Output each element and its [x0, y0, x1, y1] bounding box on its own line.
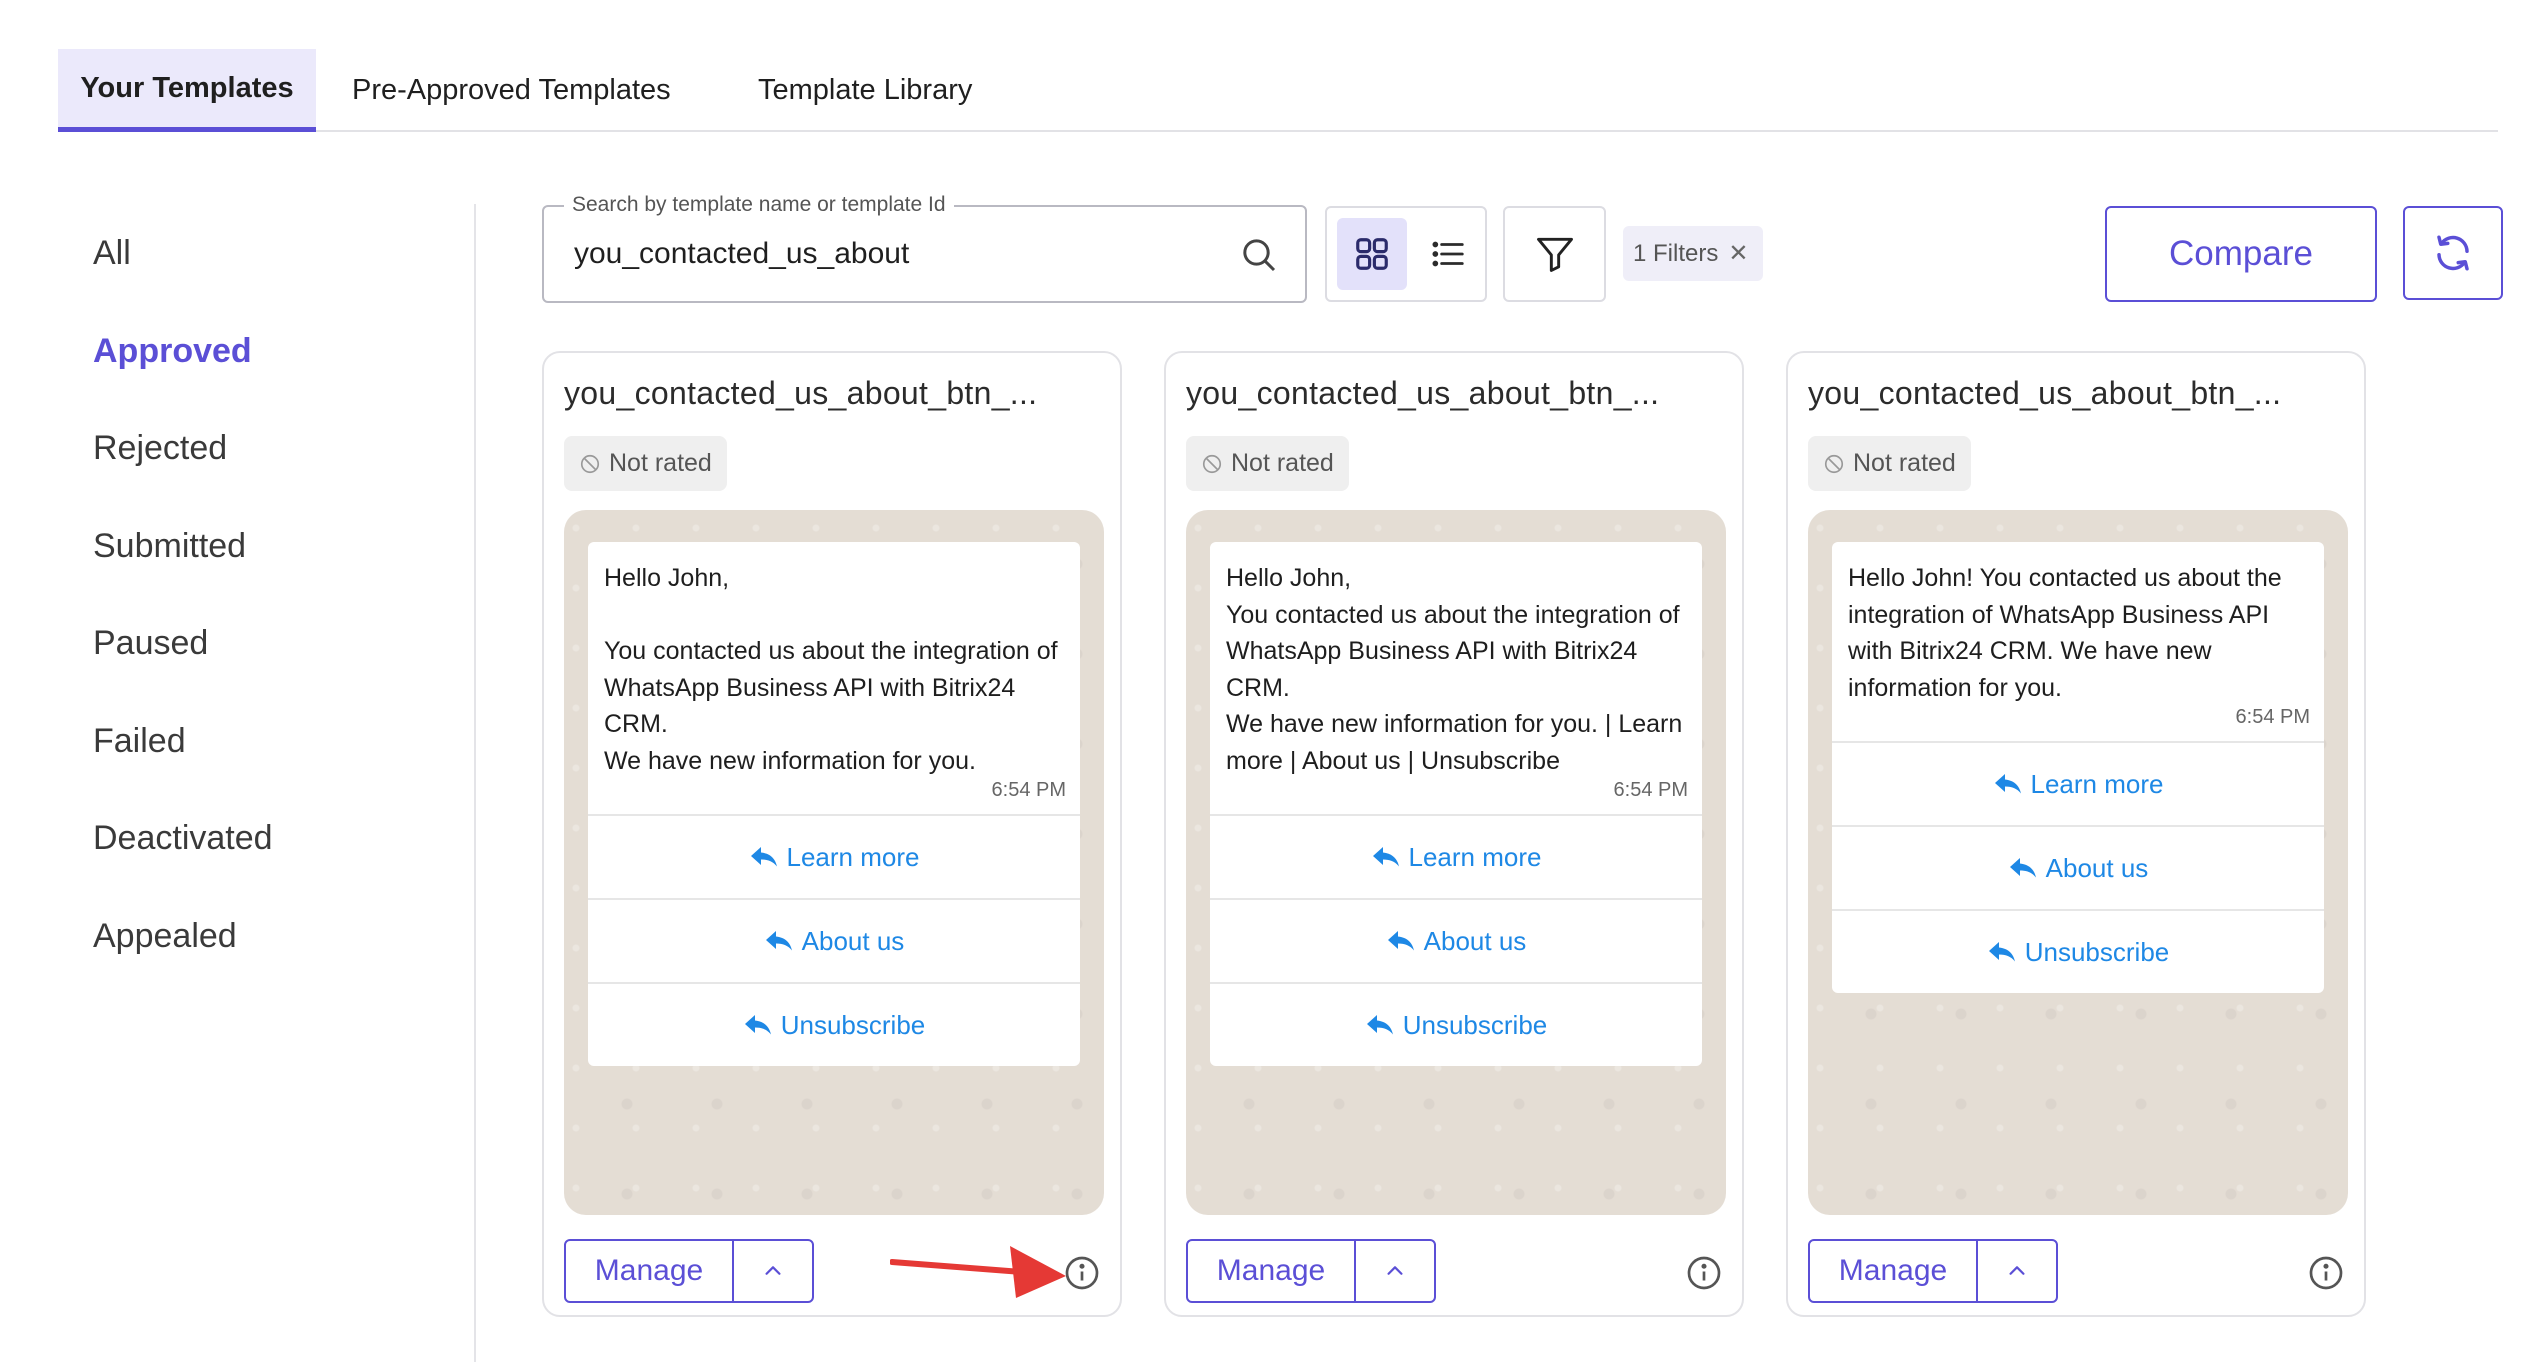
quick-reply-unsubscribe[interactable]: Unsubscribe	[1832, 909, 2324, 993]
rating-label: Not rated	[609, 449, 712, 477]
quick-reply-learn-more[interactable]: Learn more	[1210, 814, 1702, 898]
reply-icon	[1387, 931, 1414, 951]
filter-button[interactable]	[1503, 206, 1606, 302]
message-body: Hello John, You contacted us about the i…	[604, 564, 1058, 775]
message-bubble: Hello John, You contacted us about the i…	[1210, 542, 1702, 1066]
quick-reply-about-us[interactable]: About us	[588, 898, 1080, 982]
manage-button[interactable]: Manage	[1188, 1241, 1356, 1301]
rating-badge: Not rated	[1186, 436, 1349, 491]
refresh-button[interactable]	[2403, 206, 2503, 300]
quick-reply-unsubscribe[interactable]: Unsubscribe	[1210, 982, 1702, 1066]
reply-icon	[1372, 847, 1399, 867]
template-name: you_contacted_us_about_btn_...	[1186, 375, 1660, 411]
info-icon[interactable]	[2308, 1255, 2344, 1291]
sidebar-item-all[interactable]: All	[93, 234, 131, 273]
quick-reply-label: Learn more	[786, 841, 920, 872]
sidebar-item-deactivated[interactable]: Deactivated	[93, 819, 273, 858]
expand-actions-button[interactable]	[1978, 1241, 2056, 1301]
rating-badge: Not rated	[564, 436, 727, 491]
manage-button[interactable]: Manage	[1810, 1241, 1978, 1301]
rating-label: Not rated	[1853, 449, 1956, 477]
info-icon[interactable]	[1686, 1255, 1722, 1291]
message-time: 6:54 PM	[1613, 779, 1688, 801]
message-preview: Hello John, You contacted us about the i…	[564, 510, 1104, 1215]
chevron-up-icon	[765, 1266, 781, 1275]
sidebar-item-approved[interactable]: Approved	[93, 332, 252, 371]
not-rated-icon	[1824, 454, 1844, 473]
template-tabs: Your Templates Pre-Approved Templates Te…	[58, 49, 2498, 132]
template-card-3[interactable]: you_contacted_us_about_btn_... Not rated…	[1786, 351, 2366, 1317]
sidebar-item-appealed[interactable]: Appealed	[93, 917, 237, 956]
expand-actions-button[interactable]	[1356, 1241, 1434, 1301]
template-card-2[interactable]: you_contacted_us_about_btn_... Not rated…	[1164, 351, 1744, 1317]
refresh-icon	[2437, 235, 2469, 271]
message-preview: Hello John! You contacted us about the i…	[1808, 510, 2348, 1215]
quick-reply-about-us[interactable]: About us	[1832, 825, 2324, 909]
chevron-up-icon	[1387, 1266, 1403, 1275]
search-icon[interactable]	[1239, 235, 1279, 275]
sidebar-item-rejected[interactable]: Rejected	[93, 429, 227, 468]
list-view-button[interactable]	[1417, 218, 1479, 290]
sidebar-item-paused[interactable]: Paused	[93, 624, 208, 663]
reply-icon	[1988, 942, 2015, 962]
message-bubble: Hello John! You contacted us about the i…	[1832, 542, 2324, 993]
quick-reply-label: Unsubscribe	[780, 1009, 926, 1040]
manage-button-group: Manage	[1808, 1239, 2058, 1303]
grid-view-button[interactable]	[1337, 218, 1407, 290]
manage-button-group: Manage	[564, 1239, 814, 1303]
message-time: 6:54 PM	[991, 779, 1066, 801]
quick-reply-label: About us	[2045, 852, 2149, 883]
reply-icon	[2009, 858, 2036, 878]
close-icon[interactable]: ✕	[1728, 239, 1748, 268]
reply-icon	[765, 931, 792, 951]
quick-reply-label: About us	[1423, 925, 1527, 956]
quick-reply-label: Unsubscribe	[2024, 936, 2170, 967]
not-rated-icon	[1202, 454, 1222, 473]
quick-reply-label: Unsubscribe	[1402, 1009, 1548, 1040]
sidebar-item-failed[interactable]: Failed	[93, 722, 186, 761]
quick-reply-learn-more[interactable]: Learn more	[1832, 741, 2324, 825]
search-label: Search by template name or template Id	[564, 193, 954, 217]
list-icon	[1432, 241, 1464, 267]
message-bubble: Hello John, You contacted us about the i…	[588, 542, 1080, 1066]
search-value[interactable]: you_contacted_us_about	[574, 237, 909, 271]
message-preview: Hello John, You contacted us about the i…	[1186, 510, 1726, 1215]
annotation-arrow	[890, 1246, 1066, 1298]
view-toggle	[1325, 206, 1487, 302]
template-card-1[interactable]: you_contacted_us_about_btn_... Not rated…	[542, 351, 1122, 1317]
manage-button-group: Manage	[1186, 1239, 1436, 1303]
quick-reply-label: Learn more	[2030, 768, 2164, 799]
grid-icon	[1356, 238, 1388, 270]
tab-pre-approved-templates[interactable]: Pre-Approved Templates	[352, 49, 671, 131]
message-body: Hello John! You contacted us about the i…	[1848, 564, 2282, 702]
reply-icon	[744, 1015, 771, 1035]
chevron-up-icon	[2009, 1266, 2025, 1275]
quick-reply-label: About us	[801, 925, 905, 956]
filter-chip-label: 1 Filters	[1633, 239, 1719, 267]
quick-reply-about-us[interactable]: About us	[1210, 898, 1702, 982]
reply-icon	[1366, 1015, 1393, 1035]
active-filters-chip[interactable]: 1 Filters ✕	[1623, 226, 1763, 281]
compare-button[interactable]: Compare	[2105, 206, 2377, 302]
status-sidebar: All Approved Rejected Submitted Paused F…	[0, 204, 476, 1362]
quick-reply-learn-more[interactable]: Learn more	[588, 814, 1080, 898]
search-input[interactable]: Search by template name or template Id y…	[542, 193, 1307, 303]
message-body: Hello John, You contacted us about the i…	[1226, 564, 1683, 775]
tab-your-templates[interactable]: Your Templates	[58, 49, 316, 132]
reply-icon	[1994, 774, 2021, 794]
sidebar-item-submitted[interactable]: Submitted	[93, 527, 246, 566]
template-name: you_contacted_us_about_btn_...	[1808, 375, 2282, 411]
expand-actions-button[interactable]	[734, 1241, 812, 1301]
template-name: you_contacted_us_about_btn_...	[564, 375, 1038, 411]
filter-icon	[1536, 237, 1573, 272]
quick-reply-label: Learn more	[1408, 841, 1542, 872]
tab-template-library[interactable]: Template Library	[758, 49, 972, 131]
reply-icon	[750, 847, 777, 867]
not-rated-icon	[580, 454, 600, 473]
rating-label: Not rated	[1231, 449, 1334, 477]
rating-badge: Not rated	[1808, 436, 1971, 491]
manage-button[interactable]: Manage	[566, 1241, 734, 1301]
message-time: 6:54 PM	[2235, 706, 2310, 728]
quick-reply-unsubscribe[interactable]: Unsubscribe	[588, 982, 1080, 1066]
